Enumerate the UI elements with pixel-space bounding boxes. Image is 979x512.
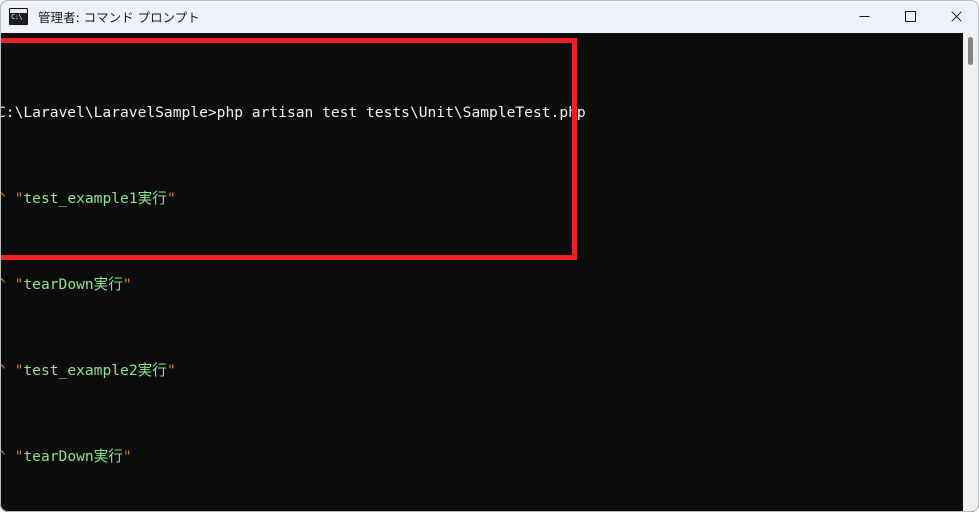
window-controls <box>841 0 979 33</box>
cmd-icon-glyph: C:\ <box>11 13 23 21</box>
close-button[interactable] <box>933 0 979 33</box>
cmd-console-icon: C:\ <box>9 8 28 25</box>
echo-text: test_example2実行 <box>23 361 167 379</box>
minimize-button[interactable] <box>841 0 887 33</box>
close-icon <box>950 11 962 22</box>
vertical-scrollbar[interactable] <box>963 33 978 511</box>
maximize-icon <box>904 11 916 22</box>
echo-quote-close: " <box>122 447 132 465</box>
scrollbar-thumb[interactable] <box>968 37 973 65</box>
shell-command: php artisan test tests\Unit\SampleTest.p… <box>216 103 586 121</box>
maximize-button[interactable] <box>887 0 933 33</box>
terminal-output-area[interactable]: C:\Laravel\LaravelSample>php artisan tes… <box>0 33 979 512</box>
window-titlebar[interactable]: C:\ 管理者: コマンド プロンプト <box>0 0 979 33</box>
shell-prompt: C:\Laravel\LaravelSample> <box>0 103 217 121</box>
echo-quote-close: " <box>166 189 176 207</box>
command-prompt-window: C:\ 管理者: コマンド プロンプト C:\Laravel\LaravelSa… <box>0 0 979 512</box>
minimize-icon <box>859 16 869 17</box>
echo-text: tearDown実行 <box>23 447 123 465</box>
echo-line: ^ "test_example1実行" <box>0 188 963 210</box>
terminal-command-line: C:\Laravel\LaravelSample>php artisan tes… <box>0 102 963 124</box>
echo-line: ^ "tearDown実行" <box>0 274 963 296</box>
echo-quote-close: " <box>122 275 132 293</box>
echo-text: test_example1実行 <box>23 189 167 207</box>
terminal-text-buffer: C:\Laravel\LaravelSample>php artisan tes… <box>0 33 963 512</box>
echo-line: ^ "tearDown実行" <box>0 446 963 468</box>
titlebar-left-group: C:\ 管理者: コマンド プロンプト <box>0 7 841 26</box>
echo-line: ^ "test_example2実行" <box>0 360 963 382</box>
window-title: 管理者: コマンド プロンプト <box>38 10 200 25</box>
echo-text: tearDown実行 <box>23 275 123 293</box>
echo-quote-close: " <box>166 361 176 379</box>
